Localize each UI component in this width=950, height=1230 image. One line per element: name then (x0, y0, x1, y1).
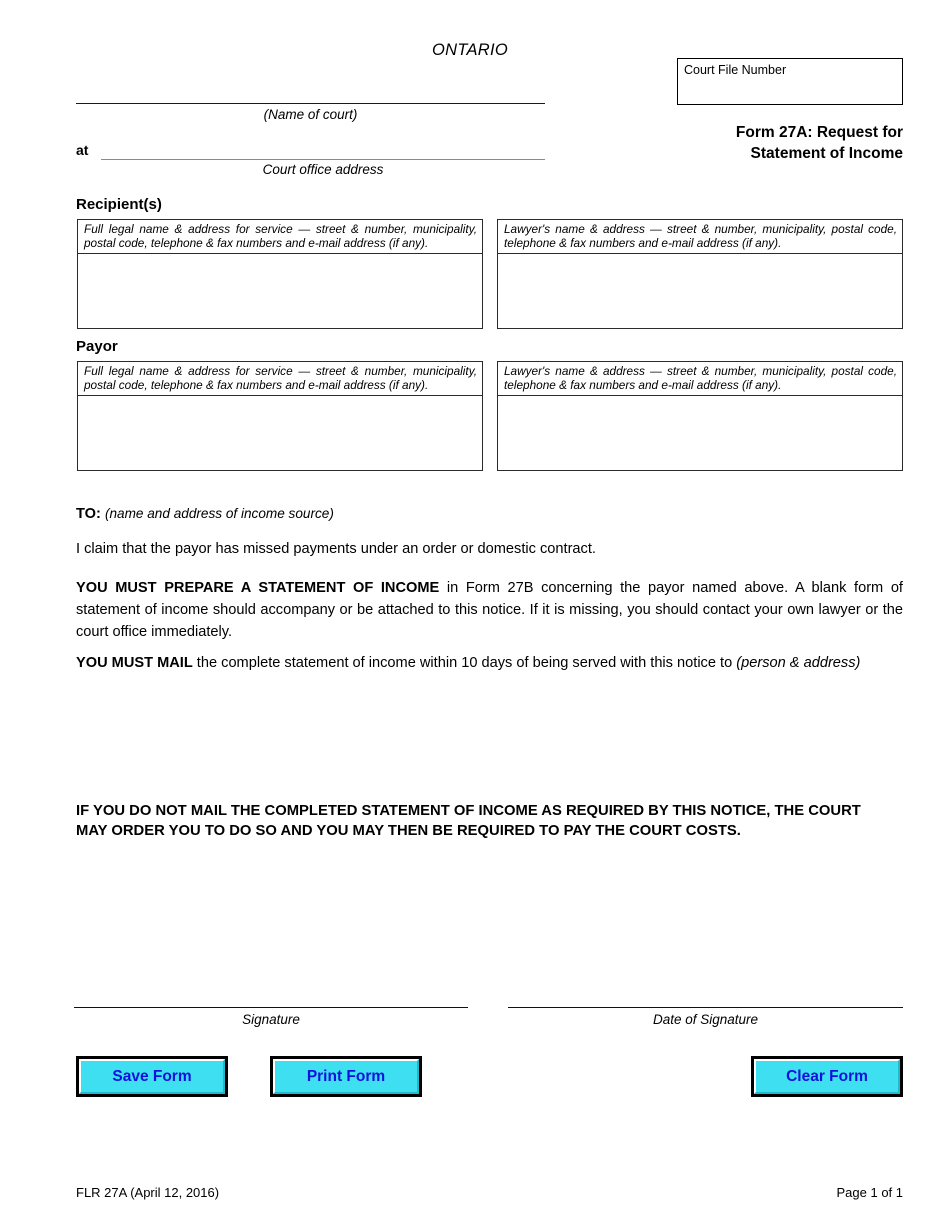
court-name-caption: (Name of court) (263, 107, 358, 122)
recipient-party-box[interactable]: Full legal name & address for service — … (77, 219, 483, 329)
signature-input[interactable] (74, 1007, 468, 1008)
form-title-line-1: Form 27A: Request for (735, 124, 903, 141)
prepare-statement-bold: YOU MUST PREPARE A STATEMENT OF INCOME (76, 580, 440, 596)
mail-statement-rest: the complete statement of income within … (192, 655, 737, 671)
prepare-statement-paragraph: YOU MUST PREPARE A STATEMENT OF INCOME i… (76, 577, 903, 643)
payor-party-input[interactable] (78, 396, 482, 464)
payor-lawyer-caption: Lawyer's name & address — street & numbe… (498, 362, 902, 397)
payor-party-box[interactable]: Full legal name & address for service — … (77, 361, 483, 471)
form-code-footer: FLR 27A (April 12, 2016) (76, 1185, 220, 1200)
recipient-lawyer-caption: Lawyer's name & address — street & numbe… (498, 220, 902, 255)
save-form-button[interactable]: Save Form (76, 1056, 228, 1097)
to-line: TO: (name and address of income source) (76, 506, 334, 522)
court-file-number-field[interactable]: Court File Number (677, 58, 903, 105)
warning-notice: IF YOU DO NOT MAIL THE COMPLETED STATEME… (76, 803, 861, 839)
at-label: at (76, 142, 89, 158)
payor-party-caption: Full legal name & address for service — … (78, 362, 482, 397)
date-of-signature-input[interactable] (508, 1007, 903, 1008)
recipient-party-caption: Full legal name & address for service — … (78, 220, 482, 255)
payor-lawyer-input[interactable] (498, 396, 902, 464)
recipient-lawyer-box[interactable]: Lawyer's name & address — street & numbe… (497, 219, 903, 329)
court-name-input[interactable] (76, 103, 545, 104)
recipient-heading: Recipient(s) (76, 196, 162, 213)
claim-statement: I claim that the payor has missed paymen… (76, 541, 596, 557)
clear-form-button-label: Clear Form (754, 1059, 900, 1094)
court-address-input[interactable] (101, 159, 545, 160)
page-number-footer: Page 1 of 1 (836, 1185, 904, 1200)
court-address-caption: Court office address (262, 162, 384, 177)
to-label: TO: (76, 506, 101, 522)
payor-heading: Payor (76, 338, 118, 355)
court-file-number-label: Court File Number (684, 63, 787, 77)
form-title: Form 27A: Request for Statement of Incom… (483, 122, 903, 164)
form-title-line-2: Statement of Income (750, 145, 903, 162)
mail-statement-bold: YOU MUST MAIL (76, 655, 193, 671)
save-form-button-label: Save Form (79, 1059, 225, 1094)
print-form-button[interactable]: Print Form (270, 1056, 422, 1097)
mail-statement-hint: (person & address) (736, 655, 861, 671)
signature-caption: Signature (242, 1012, 300, 1027)
to-hint: (name and address of income source) (104, 506, 334, 521)
form-page: ONTARIO Court File Number Form 27A: Requ… (0, 0, 950, 1230)
recipient-party-input[interactable] (78, 254, 482, 322)
clear-form-button[interactable]: Clear Form (751, 1056, 903, 1097)
payor-lawyer-box[interactable]: Lawyer's name & address — street & numbe… (497, 361, 903, 471)
mail-statement-paragraph: YOU MUST MAIL the complete statement of … (76, 652, 903, 674)
recipient-lawyer-input[interactable] (498, 254, 902, 322)
date-of-signature-caption: Date of Signature (652, 1012, 759, 1027)
print-form-button-label: Print Form (273, 1059, 419, 1094)
